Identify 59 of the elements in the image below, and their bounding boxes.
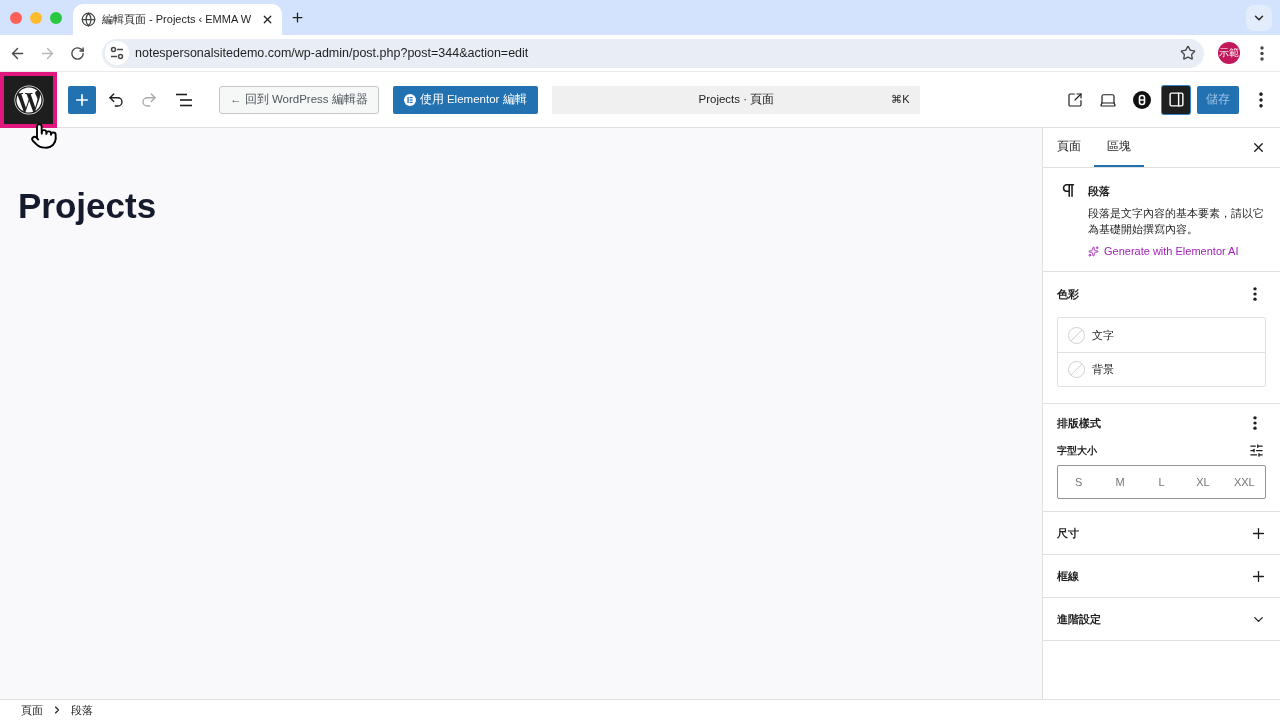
panel-title: 尺寸 bbox=[1057, 525, 1080, 541]
bookmark-star-icon[interactable] bbox=[1180, 45, 1196, 61]
font-size-option[interactable]: XL bbox=[1182, 466, 1224, 498]
command-bar[interactable]: Projects · 頁面 ⌘K bbox=[551, 85, 920, 114]
circle-bars-icon bbox=[403, 93, 416, 106]
panel-title: 進階設定 bbox=[1057, 611, 1102, 627]
page-title[interactable]: Projects bbox=[18, 185, 157, 227]
url-text: notespersonalsitedemo.com/wp-admin/post.php?post=344&action=edit bbox=[135, 44, 529, 62]
block-name: 段落 bbox=[1088, 184, 1111, 199]
font-size-option[interactable]: L bbox=[1140, 466, 1183, 498]
font-size-option[interactable]: M bbox=[1099, 466, 1141, 498]
font-size-option[interactable]: XXL bbox=[1223, 466, 1265, 498]
tab-title: 編輯頁面 - Projects ‹ EMMA W bbox=[102, 12, 252, 28]
breadcrumb-item[interactable]: 頁面 bbox=[21, 701, 43, 719]
sidebar-tab[interactable]: 區塊 bbox=[1094, 128, 1144, 167]
browser-tab[interactable]: 編輯頁面 - Projects ‹ EMMA W bbox=[73, 4, 283, 35]
add-block-button[interactable] bbox=[68, 85, 96, 114]
reload-icon[interactable] bbox=[70, 45, 85, 61]
generate-ai-link[interactable]: Generate with Elementor AI bbox=[1088, 243, 1268, 259]
close-icon[interactable] bbox=[1251, 140, 1266, 155]
browser-menu-icon[interactable] bbox=[1260, 45, 1264, 61]
custom-size-icon[interactable] bbox=[1249, 442, 1264, 458]
edit-with-elementor-button[interactable]: 使用 Elementor 編輯 bbox=[392, 85, 538, 114]
panel-options-icon[interactable] bbox=[1253, 416, 1257, 430]
color-setting-item[interactable]: 文字 bbox=[1058, 318, 1265, 352]
site-settings-icon[interactable] bbox=[105, 41, 129, 65]
sparkle-icon bbox=[1088, 245, 1099, 257]
command-bar-title: Projects · 頁面 bbox=[697, 91, 776, 107]
panel-options-icon[interactable] bbox=[1253, 287, 1257, 301]
wordpress-logo-icon bbox=[13, 84, 44, 115]
list-view-icon bbox=[175, 92, 193, 107]
back-to-editor-button[interactable]: ← 回到 WordPress 編輯器 bbox=[219, 85, 379, 114]
panel-title: 色彩 bbox=[1057, 286, 1080, 302]
panel-title: 框線 bbox=[1057, 568, 1080, 584]
new-tab-icon[interactable] bbox=[290, 10, 306, 25]
color-setting-label: 文字 bbox=[1092, 327, 1114, 343]
undo-icon bbox=[107, 90, 125, 109]
dark-circle-icon bbox=[1133, 90, 1151, 109]
more-options-icon[interactable] bbox=[1259, 91, 1263, 108]
font-size-picker[interactable]: S M L XL XXL bbox=[1057, 465, 1266, 499]
empty-swatch-icon bbox=[1068, 361, 1085, 378]
settings-toggle-button[interactable] bbox=[1162, 85, 1190, 114]
panel-title: 排版樣式 bbox=[1057, 415, 1102, 431]
profile-avatar[interactable]: 示範 bbox=[1218, 42, 1240, 64]
address-bar[interactable]: notespersonalsitedemo.com/wp-admin/post.php?post=344&action=edit bbox=[102, 38, 1204, 68]
pilcrow-icon bbox=[1060, 182, 1077, 199]
globe-icon bbox=[81, 12, 96, 27]
site-logo-button[interactable] bbox=[0, 71, 57, 128]
block-description: 段落是文字內容的基本要素，請以它為基礎開始撰寫內容。 bbox=[1088, 206, 1265, 237]
font-size-option[interactable]: S bbox=[1058, 466, 1100, 498]
sidebar-tab[interactable]: 頁面 bbox=[1044, 128, 1094, 167]
shortcut-hint: ⌘K bbox=[891, 92, 910, 108]
external-link-icon bbox=[1067, 91, 1083, 108]
breadcrumb-item[interactable]: 段落 bbox=[71, 701, 93, 719]
empty-swatch-icon bbox=[1068, 326, 1085, 344]
color-setting-item[interactable]: 背景 bbox=[1058, 352, 1265, 386]
sidebar-panel-icon bbox=[1167, 91, 1185, 108]
color-setting-label: 背景 bbox=[1092, 362, 1114, 378]
field-label: 字型大小 bbox=[1057, 443, 1098, 458]
